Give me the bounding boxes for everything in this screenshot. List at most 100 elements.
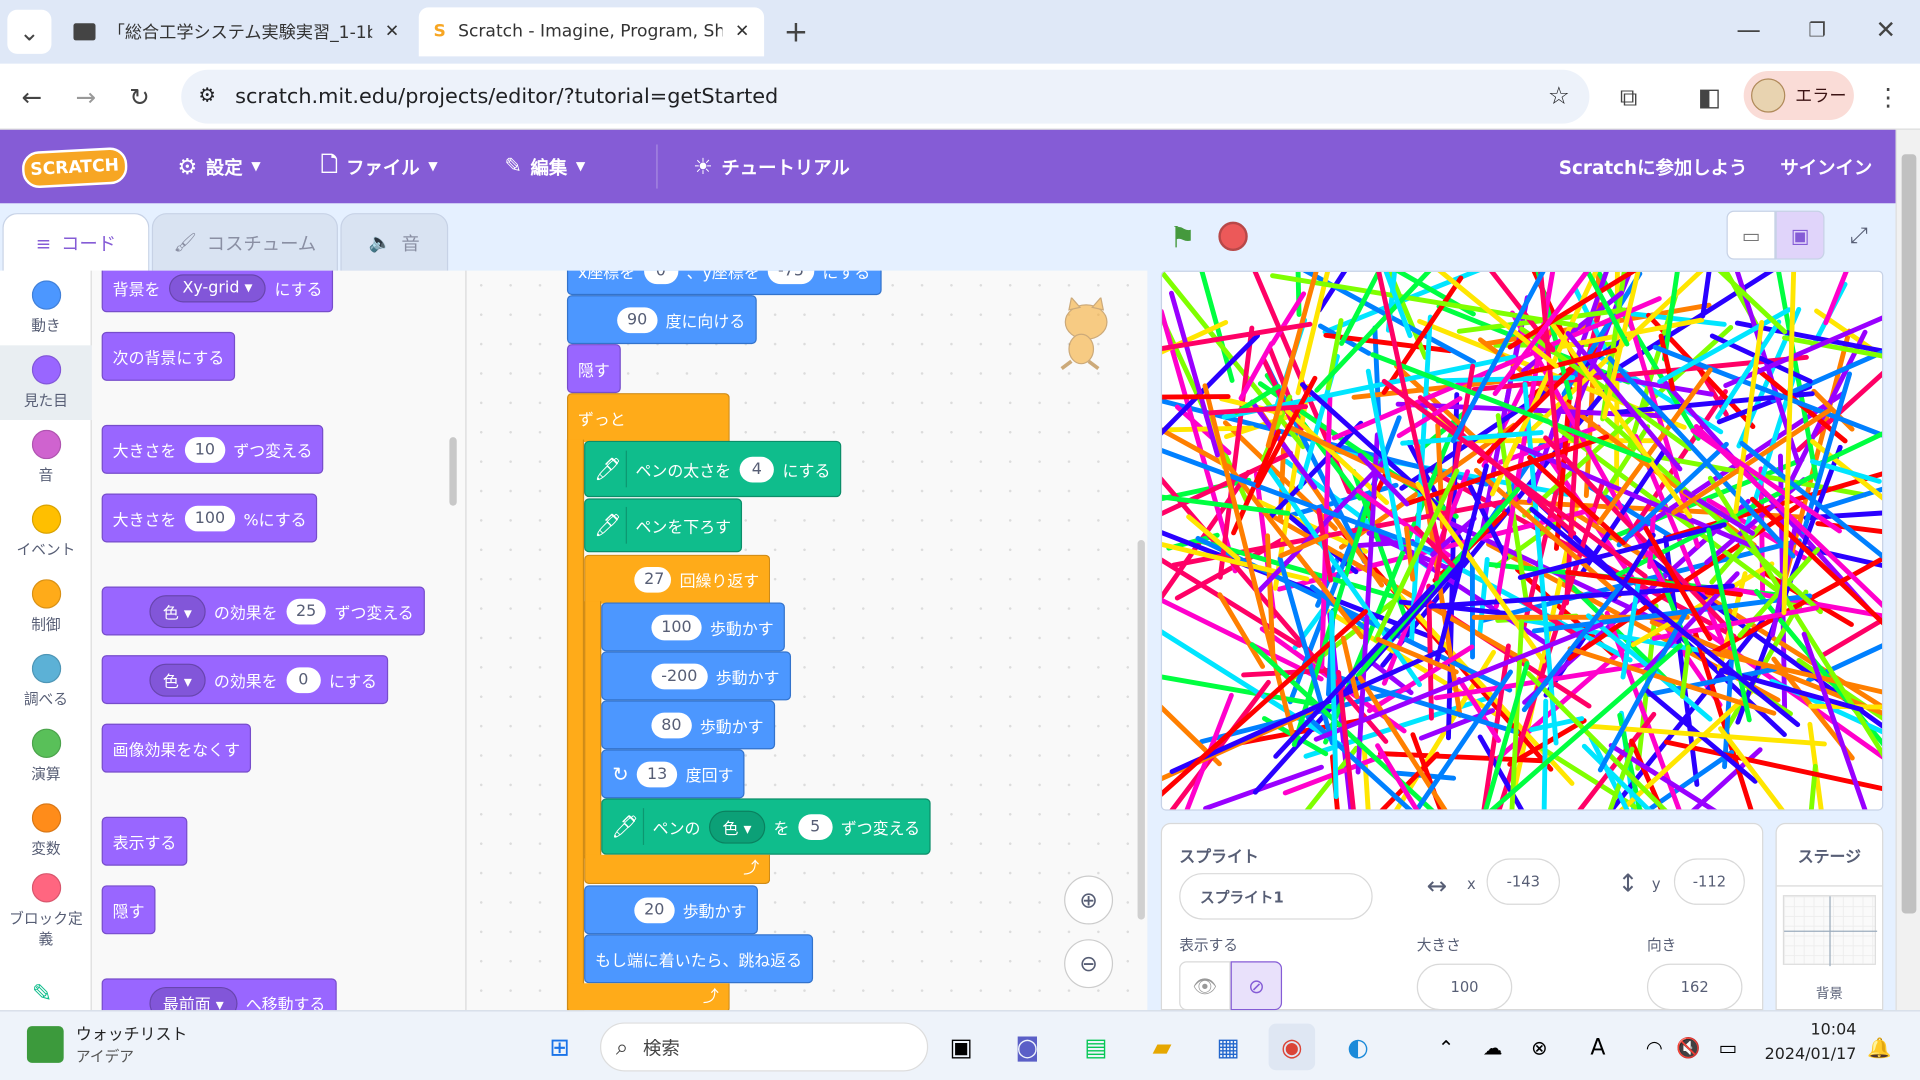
block-move-steps[interactable]: 100 歩動かす <box>601 602 785 652</box>
fullscreen-icon[interactable]: ⤢ <box>1834 211 1883 260</box>
address-bar[interactable]: ⚙ scratch.mit.edu/projects/editor/?tutor… <box>181 69 1590 124</box>
block-clear-effects[interactable]: 画像効果をなくす <box>101 723 252 773</box>
stage-selector[interactable]: ステージ 背景 <box>1775 822 1884 1011</box>
category-variables[interactable]: 変数 <box>0 793 92 868</box>
minimize-icon[interactable]: — <box>1727 7 1771 51</box>
pen-extension-icon[interactable]: ✎ <box>32 978 53 1007</box>
block-show[interactable]: 表示する <box>101 816 188 866</box>
edit-menu[interactable]: ✎ 編集 ▼ <box>504 130 585 203</box>
category-sensing[interactable]: 調べる <box>0 644 92 719</box>
block-set-pen-size[interactable]: 🖊 ペンの太さを 4 にする <box>584 440 842 498</box>
line-app-icon[interactable]: ▤ <box>1073 1024 1120 1071</box>
chrome-icon[interactable]: ◉ <box>1268 1023 1316 1071</box>
browser-tab-1[interactable]: 「総合工学システム実験実習_1-1b ✕ <box>59 7 414 56</box>
stage-canvas[interactable] <box>1160 270 1884 811</box>
number-input[interactable]: 100 <box>184 505 235 531</box>
site-info-icon[interactable]: ⚙ <box>198 83 216 106</box>
show-sprite-eye-icon[interactable]: 👁 <box>1179 961 1231 1011</box>
block-change-size[interactable]: 大きさを 10 ずつ変える <box>101 424 324 474</box>
number-input[interactable]: 5 <box>798 813 833 840</box>
sprite-x-input[interactable]: -143 <box>1486 858 1561 905</box>
scratch-logo[interactable]: SCRATCH <box>21 146 129 189</box>
edge-icon[interactable]: ◐ <box>1335 1024 1382 1071</box>
sprite-size-input[interactable]: 100 <box>1416 963 1513 1011</box>
window-close-icon[interactable]: ✕ <box>1864 7 1908 51</box>
restore-icon[interactable]: ❐ <box>1795 7 1839 51</box>
windows-start-icon[interactable]: ⊞ <box>536 1024 583 1071</box>
block-hide[interactable]: 隠す <box>101 885 156 935</box>
zoom-out-icon[interactable]: ⊖ <box>1064 939 1114 989</box>
number-input[interactable]: 25 <box>286 598 327 624</box>
back-icon[interactable]: ← <box>10 75 54 119</box>
tutorials-button[interactable]: ☀ チュートリアル <box>693 130 850 203</box>
category-operators[interactable]: 演算 <box>0 719 92 794</box>
xbox-icon[interactable]: ⊗ <box>1516 1024 1563 1071</box>
file-explorer-icon[interactable]: ▰ <box>1139 1024 1186 1071</box>
category-my-blocks[interactable]: ブロック定義 <box>0 868 92 954</box>
number-input[interactable]: 20 <box>634 896 675 923</box>
show-hidden-icons-icon[interactable]: ⌃ <box>1423 1024 1470 1071</box>
sprite-y-input[interactable]: -112 <box>1673 858 1745 905</box>
number-input[interactable]: -200 <box>651 663 708 689</box>
block-pen-down[interactable]: 🖊 ペンを下ろす <box>584 498 743 553</box>
stop-icon[interactable] <box>1218 221 1248 252</box>
effect-dropdown[interactable]: 色 ▾ <box>149 663 206 697</box>
reload-icon[interactable]: ↻ <box>118 75 162 119</box>
category-looks[interactable]: 見た目 <box>0 345 92 421</box>
category-events[interactable]: イベント <box>0 495 92 570</box>
page-scrollbar[interactable] <box>1895 129 1920 1011</box>
tab-sounds[interactable]: 🔈 音 <box>340 213 449 272</box>
block-set-size[interactable]: 大きさを 100 %にする <box>101 493 318 543</box>
backdrop-thumbnail[interactable] <box>1782 895 1878 967</box>
close-tab-icon[interactable]: ✕ <box>735 22 749 42</box>
notification-bell-icon[interactable]: 🔔 <box>1856 1024 1903 1071</box>
browser-tab-2[interactable]: S Scratch - Imagine, Program, Sha ✕ <box>418 7 765 57</box>
join-scratch-link[interactable]: Scratchに参加しよう <box>1559 130 1748 203</box>
block-switch-backdrop[interactable]: 背景を Xy-grid ▾ にする <box>101 270 334 313</box>
normal-stage-icon[interactable]: ▣ <box>1775 210 1825 260</box>
block-move-steps[interactable]: 20 歩動かす <box>584 885 758 935</box>
close-tab-icon[interactable]: ✕ <box>385 22 399 42</box>
file-menu[interactable]: 🗋 ファイル ▼ <box>321 130 438 203</box>
category-control[interactable]: 制御 <box>0 569 92 644</box>
extensions-icon[interactable]: ⧉ <box>1607 75 1651 119</box>
block-set-effect[interactable]: 色 ▾ の効果を 0 にする <box>101 655 388 705</box>
hide-sprite-eye-icon[interactable]: ⊘ <box>1230 961 1283 1011</box>
block-move-steps[interactable]: 80 歩動かす <box>601 700 775 750</box>
tab-search-icon[interactable]: ⌄ <box>7 9 52 54</box>
bookmark-star-icon[interactable]: ☆ <box>1548 81 1570 110</box>
block-next-backdrop[interactable]: 次の背景にする <box>101 331 236 381</box>
block-move-steps[interactable]: -200 歩動かす <box>601 651 791 701</box>
effect-dropdown[interactable]: 色 ▾ <box>149 594 206 628</box>
number-input[interactable]: 13 <box>637 761 678 787</box>
settings-menu[interactable]: ⚙ 設定 ▼ <box>178 130 261 203</box>
teams-icon[interactable]: ◙ <box>1004 1024 1051 1071</box>
block-turn-right[interactable]: ↻ 13 度回す <box>601 749 745 799</box>
onedrive-error-icon[interactable]: ☁ <box>1469 1024 1516 1071</box>
number-input[interactable]: -75 <box>768 270 814 284</box>
tab-code[interactable]: ≡ コード <box>2 213 150 272</box>
profile-button[interactable]: エラー <box>1743 71 1854 121</box>
taskbar-search[interactable]: ⌕ 検索 <box>600 1022 929 1072</box>
green-flag-icon[interactable]: ⚑ <box>1169 220 1195 254</box>
number-input[interactable]: 10 <box>184 436 225 463</box>
number-input[interactable]: 0 <box>286 666 321 693</box>
category-motion[interactable]: 動き <box>0 271 92 346</box>
battery-icon[interactable]: ▭ <box>1705 1024 1752 1071</box>
number-input[interactable]: 90 <box>617 306 658 333</box>
number-input[interactable]: 27 <box>634 566 672 593</box>
block-hide[interactable]: 隠す <box>566 344 621 394</box>
number-input[interactable]: 4 <box>739 456 774 482</box>
number-input[interactable]: 80 <box>651 712 692 738</box>
layer-dropdown[interactable]: 最前面 ▾ <box>149 986 238 1011</box>
tab-costumes[interactable]: 🖌 コスチューム <box>151 213 338 272</box>
zoom-in-icon[interactable]: ⊕ <box>1064 875 1114 925</box>
block-change-effect[interactable]: 色 ▾ の効果を 25 ずつ変える <box>101 586 425 636</box>
block-point-direction[interactable]: 90 度に向ける <box>566 295 757 345</box>
pen-param-dropdown[interactable]: 色 ▾ <box>709 810 765 844</box>
block-go-to-xy[interactable]: x座標を 0 、y座標を -75 にする <box>566 270 882 296</box>
block-go-to-layer[interactable]: 最前面 ▾ へ移動する <box>101 978 337 1011</box>
stock-widget-icon[interactable] <box>26 1026 64 1063</box>
backdrop-dropdown[interactable]: Xy-grid ▾ <box>169 273 266 302</box>
category-sound[interactable]: 音 <box>0 420 92 495</box>
